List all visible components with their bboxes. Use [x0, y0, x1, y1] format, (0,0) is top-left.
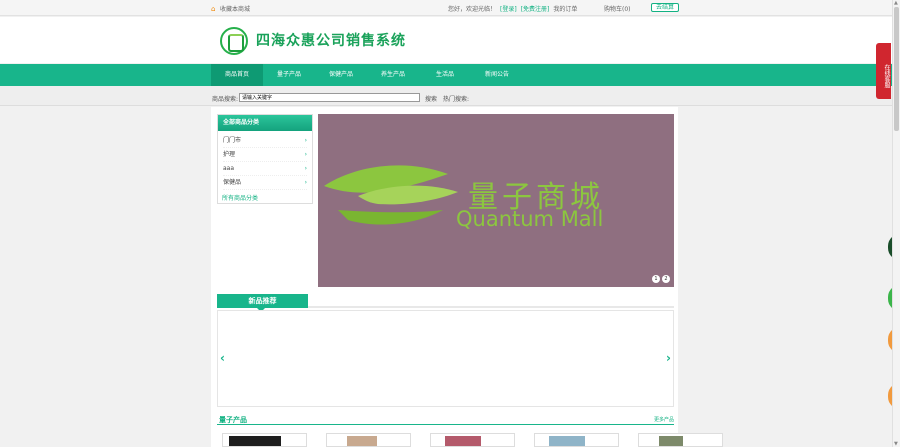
site-logo[interactable] — [220, 27, 248, 55]
scroll-up-icon[interactable]: ▲ — [894, 0, 898, 6]
top-bar: ⌂ 收藏本商城 您好，欢迎光临！ [登录] [免费注册] 我的订单 购物车(0)… — [0, 0, 892, 16]
online-service-button[interactable]: 在线客服 — [876, 43, 891, 99]
cart-link[interactable]: 购物车(0) — [604, 4, 631, 13]
new-products-slider: ‹ › — [217, 310, 674, 407]
quantum-mall-logo: 量子商城 Quantum Mall — [324, 165, 603, 231]
product-thumb[interactable] — [638, 433, 723, 447]
banner-title-en: Quantum Mall — [456, 207, 603, 231]
orders-link[interactable]: 我的订单 — [553, 4, 577, 13]
carousel-dot[interactable]: 2 — [662, 275, 670, 283]
category-panel: 全部商品分类 门门市 › 护理 › aaa › 保健品 › 所有商品分类 — [217, 114, 313, 204]
chevron-left-icon[interactable]: ‹ — [220, 351, 225, 365]
carousel-dot[interactable]: 1 — [652, 275, 660, 283]
chevron-right-icon: › — [304, 137, 307, 144]
category-item[interactable]: 保健品 › — [223, 176, 307, 190]
banner-carousel[interactable]: 量子商城 Quantum Mall 1 2 — [318, 114, 674, 287]
nav-item-wellness[interactable]: 养生产品 — [367, 64, 419, 86]
home-icon: ⌂ — [211, 4, 216, 13]
nav-item-health[interactable]: 保健产品 — [315, 64, 367, 86]
login-link[interactable]: [登录] — [500, 4, 517, 13]
scroll-down-icon[interactable]: ▼ — [894, 441, 898, 447]
category-item[interactable]: 护理 › — [223, 148, 307, 162]
product-thumb[interactable] — [534, 433, 619, 447]
category-item[interactable]: aaa › — [223, 162, 307, 176]
nav-item-life[interactable]: 生活品 — [419, 64, 471, 86]
chevron-right-icon[interactable]: › — [666, 351, 671, 365]
category-item-label: 门门市 — [223, 137, 242, 144]
page-scrollbar[interactable]: ▲ ▼ — [892, 0, 900, 447]
scrollbar-thumb[interactable] — [894, 7, 899, 131]
product-image — [347, 436, 377, 446]
search-label: 商品搜索: — [212, 96, 239, 103]
nav-item-quantum[interactable]: 量子产品 — [263, 64, 315, 86]
product-image — [229, 436, 281, 446]
favorite-label: 收藏本商城 — [220, 6, 251, 13]
new-products-header: 新品推荐 — [217, 294, 674, 312]
product-thumb[interactable] — [326, 433, 411, 447]
search-input[interactable] — [239, 93, 420, 102]
category-item-label: 护理 — [223, 151, 236, 158]
nav-item-news[interactable]: 新闻公告 — [471, 64, 523, 86]
product-thumb[interactable] — [222, 433, 307, 447]
all-categories-link[interactable]: 所有商品分类 — [218, 193, 312, 202]
product-image — [549, 436, 585, 446]
product-thumb[interactable] — [430, 433, 515, 447]
checkout-button[interactable]: 去结算 — [651, 3, 680, 12]
chevron-right-icon: › — [304, 165, 307, 172]
more-products-link[interactable]: 更多产品 — [654, 416, 674, 423]
favorite-link[interactable]: ⌂ 收藏本商城 — [211, 4, 250, 13]
nav-item-home[interactable]: 商品首页 — [211, 64, 263, 86]
search-bar: 商品搜索: 搜索 热门搜索: — [0, 86, 892, 106]
category-title: 全部商品分类 — [218, 115, 312, 131]
quantum-products-title: 量子产品 — [219, 416, 247, 424]
register-link[interactable]: [免费注册] — [521, 4, 550, 13]
product-image — [445, 436, 481, 446]
product-thumbs — [222, 433, 723, 447]
category-item-label: aaa — [223, 165, 235, 172]
chevron-right-icon: › — [304, 151, 307, 158]
search-button[interactable]: 搜索 — [425, 94, 437, 103]
quantum-products-header: 量子产品 更多产品 — [217, 413, 674, 425]
top-links: 您好，欢迎光临！ [登录] [免费注册] 我的订单 — [448, 4, 577, 13]
welcome-text: 您好，欢迎光临！ — [448, 6, 497, 13]
hot-search-label: 热门搜索: — [443, 96, 470, 103]
new-products-title: 新品推荐 — [217, 294, 308, 312]
header: 四海众惠公司销售系统 — [0, 17, 892, 63]
main-nav: 商品首页 量子产品 保健产品 养生产品 生活品 新闻公告 — [0, 64, 892, 86]
chevron-right-icon: › — [304, 179, 307, 186]
category-item[interactable]: 门门市 › — [223, 134, 307, 148]
site-title: 四海众惠公司销售系统 — [256, 33, 406, 49]
carousel-dots: 1 2 — [652, 275, 670, 283]
product-image — [659, 436, 683, 446]
category-item-label: 保健品 — [223, 179, 242, 186]
